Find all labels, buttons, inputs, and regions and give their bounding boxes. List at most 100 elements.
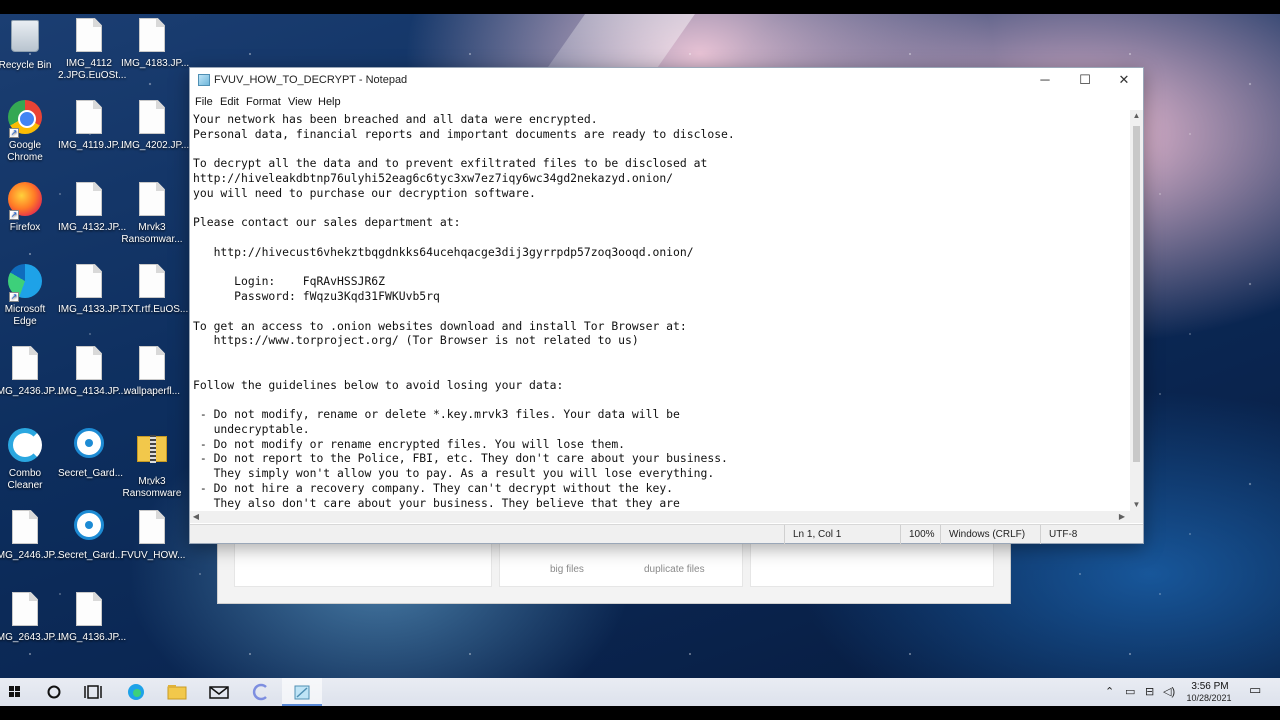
taskbar-file-explorer[interactable] bbox=[157, 678, 197, 706]
menu-file[interactable]: File bbox=[195, 96, 213, 108]
desktop-icon-label: Mrvk3 Ransomwar... bbox=[121, 222, 183, 245]
menu-bar: File Edit Format View Help bbox=[190, 94, 1143, 110]
desktop-icon-firefox[interactable]: ↗ Firefox bbox=[0, 182, 56, 234]
maximize-button[interactable]: ☐ bbox=[1065, 68, 1105, 92]
image-file-icon bbox=[12, 346, 38, 380]
desktop-icon-label: IMG_4183.JP... bbox=[121, 58, 190, 69]
desktop-icon-img-4183[interactable]: IMG_4183.JP... bbox=[121, 18, 190, 70]
desktop[interactable]: Recycle Bin ↗ Google Chrome ↗ Firefox ↗ … bbox=[0, 14, 1280, 678]
desktop-icon-label: IMG_4202.JP... bbox=[121, 140, 190, 151]
title-bar[interactable]: FVUV_HOW_TO_DECRYPT - Notepad ─ ☐ ✕ bbox=[190, 68, 1143, 92]
desktop-icon-txt-rtf[interactable]: TXT.rtf.EuOS... bbox=[121, 264, 189, 316]
combo-cleaner-icon bbox=[8, 428, 42, 462]
desktop-icon-img-4133[interactable]: IMG_4133.JP... bbox=[58, 264, 127, 316]
desktop-icon-label: IMG_4134.JP... bbox=[58, 386, 127, 397]
secret-garden-icon bbox=[74, 428, 104, 458]
duplicate-files-label: duplicate files bbox=[644, 564, 705, 575]
desktop-icon-label: IMG_4133.JP... bbox=[58, 304, 127, 315]
shortcut-arrow-icon: ↗ bbox=[9, 210, 19, 220]
desktop-icon-img-41122[interactable]: IMG_4112 2.JPG.EuOSt... bbox=[58, 18, 126, 82]
text-line bbox=[193, 363, 1130, 378]
menu-edit[interactable]: Edit bbox=[220, 96, 239, 108]
menu-help[interactable]: Help bbox=[318, 96, 341, 108]
status-bar: Ln 1, Col 1 100% Windows (CRLF) UTF-8 bbox=[190, 524, 1143, 544]
taskbar-mail[interactable] bbox=[199, 678, 239, 706]
text-line: To get an access to .onion websites down… bbox=[193, 318, 687, 333]
text-line bbox=[193, 392, 1130, 407]
notepad-app-icon bbox=[198, 74, 210, 86]
text-line: - Do not hire a recovery company. They c… bbox=[193, 480, 674, 495]
letterbox-bottom bbox=[0, 706, 1280, 720]
taskbar-combo-cleaner[interactable] bbox=[240, 678, 280, 706]
desktop-icon-img-2643[interactable]: IMG_2643.JP... bbox=[0, 592, 62, 644]
folder-icon bbox=[167, 685, 187, 700]
image-file-icon bbox=[76, 264, 102, 298]
text-line: undecryptable. bbox=[193, 421, 310, 436]
network-icon[interactable]: ⊟ bbox=[1145, 686, 1154, 698]
text-line: Login: FqRAvHSSJR6Z bbox=[193, 274, 386, 289]
desktop-icon-label: Google Chrome bbox=[7, 140, 43, 163]
taskbar-edge[interactable] bbox=[116, 678, 156, 706]
show-hidden-icons-chevron-icon[interactable]: ⌃ bbox=[1105, 686, 1114, 698]
scroll-up-arrow-icon[interactable]: ▲ bbox=[1130, 110, 1143, 122]
status-zoom: 100% bbox=[900, 525, 940, 544]
desktop-icon-wallpaper[interactable]: wallpaperfl... bbox=[121, 346, 183, 398]
background-app-window[interactable]: big files duplicate files bbox=[217, 534, 1011, 604]
desktop-icon-label: wallpaperfl... bbox=[123, 386, 181, 397]
status-encoding: UTF-8 bbox=[1040, 525, 1143, 544]
desktop-icon-recycle-bin[interactable]: Recycle Bin bbox=[0, 18, 56, 72]
desktop-icon-img-4136[interactable]: IMG_4136.JP... bbox=[58, 592, 127, 644]
search-button[interactable] bbox=[34, 678, 74, 706]
notifications-icon[interactable]: ▭ bbox=[1249, 683, 1261, 696]
desktop-icon-mrvk3-ransomware-zip[interactable]: Mrvk3 Ransomware bbox=[121, 428, 183, 500]
desktop-icon-label: Secret_Gard... bbox=[58, 550, 124, 561]
minimize-button[interactable]: ─ bbox=[1025, 68, 1065, 92]
text-line: - Do not report to the Police, FBI, etc.… bbox=[193, 451, 728, 466]
search-circle-icon bbox=[47, 685, 61, 699]
desktop-icon-secret-garden-2[interactable]: Secret_Gard... bbox=[58, 510, 124, 562]
clock-time[interactable]: 3:56 PM bbox=[1186, 681, 1234, 692]
mail-icon bbox=[209, 686, 229, 699]
desktop-icon-img-4119[interactable]: IMG_4119.JP... bbox=[58, 100, 125, 152]
battery-icon[interactable]: ▭ bbox=[1125, 686, 1135, 698]
big-files-label: big files bbox=[550, 564, 584, 575]
image-file-icon bbox=[12, 592, 38, 626]
desktop-icon-label: Mrvk3 Ransomware bbox=[122, 476, 182, 499]
volume-icon[interactable]: ◁) bbox=[1163, 686, 1175, 698]
notepad-window[interactable]: FVUV_HOW_TO_DECRYPT - Notepad ─ ☐ ✕ File… bbox=[189, 67, 1144, 544]
desktop-icon-img-4202[interactable]: IMG_4202.JP... bbox=[121, 100, 190, 152]
text-line: Follow the guidelines below to avoid los… bbox=[193, 377, 564, 392]
scroll-right-arrow-icon[interactable]: ▶ bbox=[1116, 511, 1128, 523]
taskbar-notepad[interactable] bbox=[282, 678, 322, 706]
text-editor-area[interactable]: Your network has been breached and all d… bbox=[190, 110, 1130, 511]
desktop-icon-microsoft-edge[interactable]: ↗ Microsoft Edge bbox=[0, 264, 56, 328]
desktop-icon-img-4132[interactable]: IMG_4132.JP... bbox=[58, 182, 127, 234]
horizontal-scrollbar[interactable]: ◀ ▶ bbox=[190, 511, 1143, 523]
scroll-down-arrow-icon[interactable]: ▼ bbox=[1130, 499, 1143, 511]
menu-view[interactable]: View bbox=[288, 96, 312, 108]
desktop-icon-label: IMG_4136.JP... bbox=[58, 632, 127, 643]
shortcut-arrow-icon: ↗ bbox=[9, 292, 19, 302]
desktop-icon-fvuv-how-to-decrypt[interactable]: FVUV_HOW... bbox=[121, 510, 185, 562]
vertical-scroll-thumb[interactable] bbox=[1133, 126, 1140, 462]
desktop-icon-mrvk3-ransomware-file[interactable]: Mrvk3 Ransomwar... bbox=[121, 182, 183, 246]
scroll-left-arrow-icon[interactable]: ◀ bbox=[190, 511, 202, 523]
desktop-icon-secret-garden-1[interactable]: Secret_Gard... bbox=[58, 428, 123, 480]
desktop-icon-combo-cleaner[interactable]: Combo Cleaner bbox=[0, 428, 56, 492]
menu-format[interactable]: Format bbox=[246, 96, 281, 108]
image-file-icon bbox=[76, 100, 102, 134]
desktop-icon-label: TXT.rtf.EuOS... bbox=[121, 304, 189, 315]
task-view-button[interactable] bbox=[74, 678, 114, 706]
vertical-scrollbar[interactable]: ▲ ▼ bbox=[1130, 110, 1143, 511]
text-line: Password: fWqzu3Kqd31FWKUvb5rq bbox=[193, 289, 440, 303]
desktop-icon-img-4134[interactable]: IMG_4134.JP... bbox=[58, 346, 127, 398]
clock-date[interactable]: 10/28/2021 bbox=[1180, 693, 1238, 703]
desktop-icon-img-2446[interactable]: IMG_2446.JP... bbox=[0, 510, 62, 562]
desktop-icon-google-chrome[interactable]: ↗ Google Chrome bbox=[0, 100, 56, 164]
text-line bbox=[193, 230, 1130, 245]
desktop-icon-img-2436[interactable]: IMG_2436.JP... bbox=[0, 346, 62, 398]
desktop-icon-label: IMG_4132.JP... bbox=[58, 222, 127, 233]
recycle-bin-icon bbox=[11, 20, 39, 52]
text-line: you will need to purchase our decryption… bbox=[193, 185, 536, 200]
close-button[interactable]: ✕ bbox=[1104, 68, 1144, 92]
